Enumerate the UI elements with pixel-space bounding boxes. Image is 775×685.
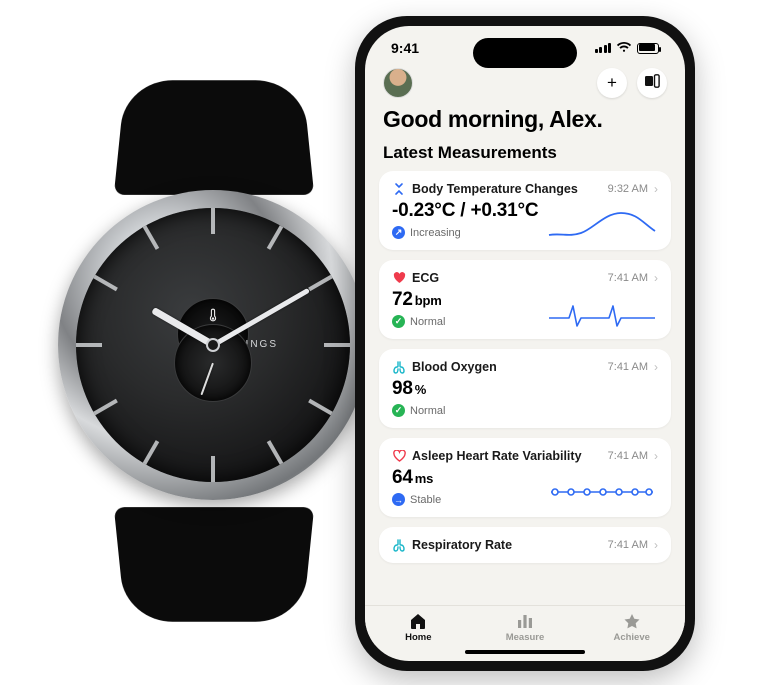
measure-icon [515,612,535,630]
watch-seconds-subdial [174,324,252,402]
check-icon: ✓ [392,315,405,328]
wifi-icon [616,40,632,56]
card-title: Blood Oxygen [412,360,602,374]
tab-bar: Home Measure Achieve [365,605,685,645]
home-icon [408,612,428,630]
avatar[interactable] [383,68,413,98]
tab-home[interactable]: Home [365,612,472,643]
chevron-right-icon: › [654,360,658,374]
battery-icon [637,43,659,54]
add-button[interactable]: + [597,68,627,98]
card-body-temperature[interactable]: Body Temperature Changes 9:32 AM › -0.23… [379,171,671,250]
tab-label: Achieve [613,632,649,643]
card-value: 98% [392,378,658,400]
temperature-sparkline [547,207,657,243]
watch-center-cap [206,338,220,352]
cellular-icon [595,43,612,53]
card-hrv[interactable]: Asleep Heart Rate Variability 7:41 AM › … [379,438,671,517]
lungs-icon [392,360,406,374]
dynamic-island [473,38,577,68]
card-title: Asleep Heart Rate Variability [412,449,602,463]
watch-strap-top [114,80,314,195]
card-status: Normal [410,405,445,417]
watch-seconds-hand [200,363,214,396]
chevron-right-icon: › [654,182,658,196]
card-blood-oxygen[interactable]: Blood Oxygen 7:41 AM › 98% ✓ Normal [379,349,671,428]
card-title: Body Temperature Changes [412,182,602,196]
tab-label: Home [405,632,431,643]
status-time: 9:41 [391,40,419,56]
watch-product: Temp WITHINGS [28,140,398,560]
chevron-right-icon: › [654,271,658,285]
card-time: 7:41 AM [608,450,648,462]
card-time: 9:32 AM [608,183,648,195]
ecg-sparkline [547,296,657,332]
phone-frame: 9:41 + [355,16,695,671]
card-status: Stable [410,494,441,506]
card-time: 7:41 AM [608,361,648,373]
card-time: 7:41 AM [608,539,648,551]
card-ecg[interactable]: ECG 7:41 AM › 72bpm ✓ Normal [379,260,671,339]
heart-outline-icon [392,449,406,463]
thermometer-icon [208,308,218,325]
chevron-right-icon: › [654,449,658,463]
plus-icon: + [607,73,617,93]
card-time: 7:41 AM [608,272,648,284]
watch-strap-bottom [114,507,314,622]
card-title: Respiratory Rate [412,538,602,552]
hrv-sparkline [547,474,657,510]
tab-achieve[interactable]: Achieve [578,612,685,643]
card-status: Normal [410,316,445,328]
lungs-icon [392,538,406,552]
section-title: Latest Measurements [365,143,685,171]
greeting: Good morning, Alex. [365,104,685,143]
trend-flat-icon: → [392,493,405,506]
tab-measure[interactable]: Measure [472,612,579,643]
measurements-list: Body Temperature Changes 9:32 AM › -0.23… [365,171,685,605]
status-icons [595,40,660,56]
heart-icon [392,271,406,285]
chevron-right-icon: › [654,538,658,552]
devices-button[interactable] [637,68,667,98]
temperature-icon [392,182,406,196]
card-status: Increasing [410,227,461,239]
home-indicator[interactable] [465,650,585,655]
check-icon: ✓ [392,404,405,417]
card-respiratory-rate[interactable]: Respiratory Rate 7:41 AM › [379,527,671,563]
phone-screen: 9:41 + [365,26,685,661]
devices-icon [644,73,660,93]
achieve-icon [622,612,642,630]
card-title: ECG [412,271,602,285]
tab-label: Measure [506,632,545,643]
watch-dial: Temp WITHINGS [76,208,350,482]
trend-up-icon: ↗ [392,226,405,239]
